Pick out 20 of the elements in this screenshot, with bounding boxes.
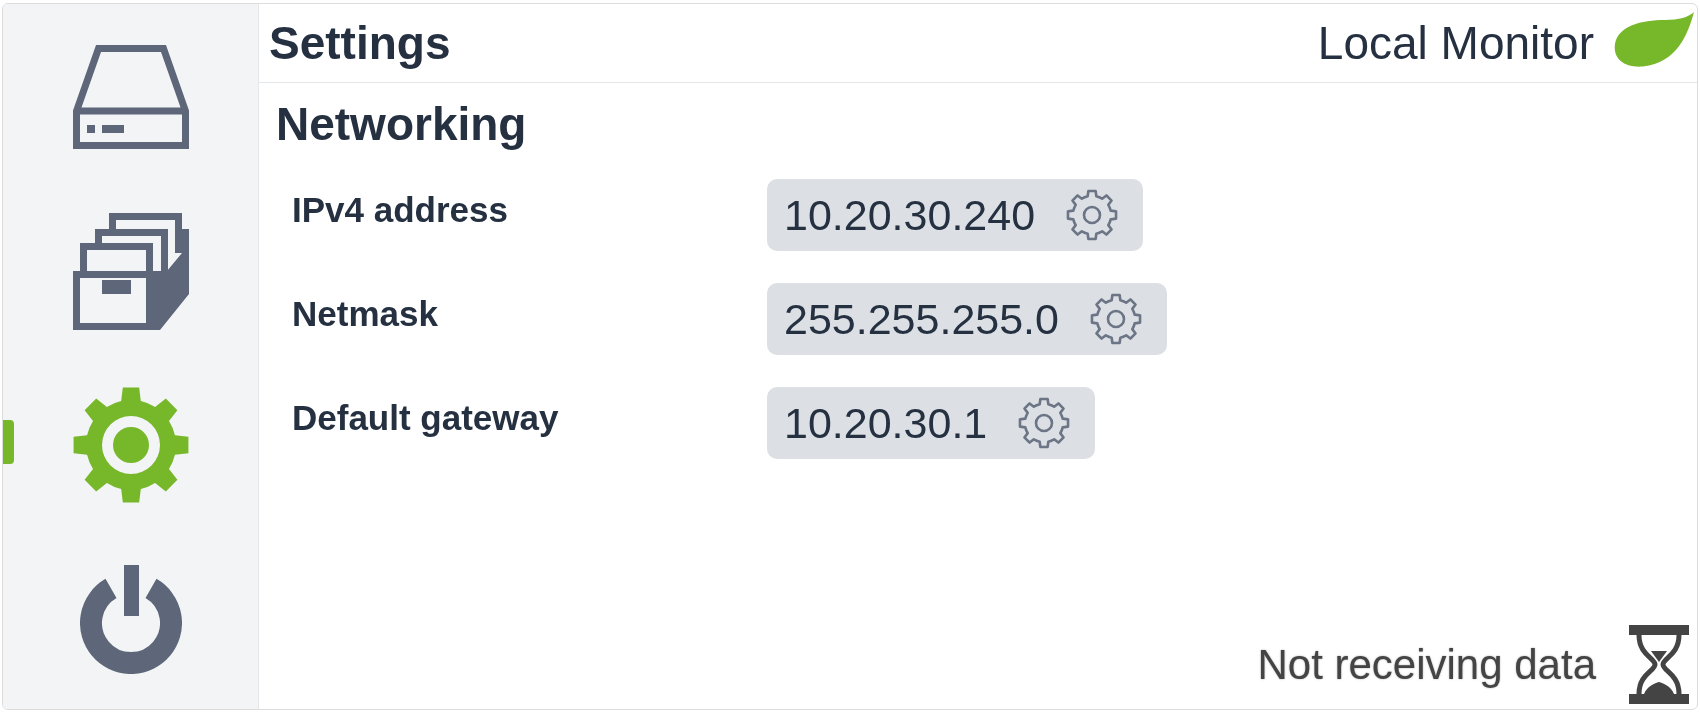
field-value: 255.255.255.0	[784, 294, 1059, 344]
gear-icon	[72, 387, 189, 503]
field-label: Netmask	[292, 293, 438, 334]
section-heading: Networking	[276, 97, 528, 151]
settings-icon[interactable]	[1018, 397, 1071, 449]
power-icon	[79, 564, 182, 674]
hourglass-icon	[1629, 625, 1689, 704]
status-text: Not receiving data	[1257, 640, 1596, 689]
settings-icon[interactable]	[1090, 293, 1142, 345]
archive-box-icon	[72, 212, 189, 330]
field-value: 10.20.30.240	[784, 190, 1036, 240]
settings-icon[interactable]	[1066, 189, 1119, 241]
field-label: Default gateway	[292, 397, 559, 438]
leaf-icon	[1613, 12, 1694, 67]
active-marker-icon	[3, 420, 14, 464]
page-title: Settings	[269, 16, 451, 70]
drive-icon	[72, 45, 189, 149]
field-label: IPv4 address	[292, 189, 508, 230]
field-value: 10.20.30.1	[784, 398, 988, 448]
app-name: Local Monitor	[1317, 16, 1594, 70]
